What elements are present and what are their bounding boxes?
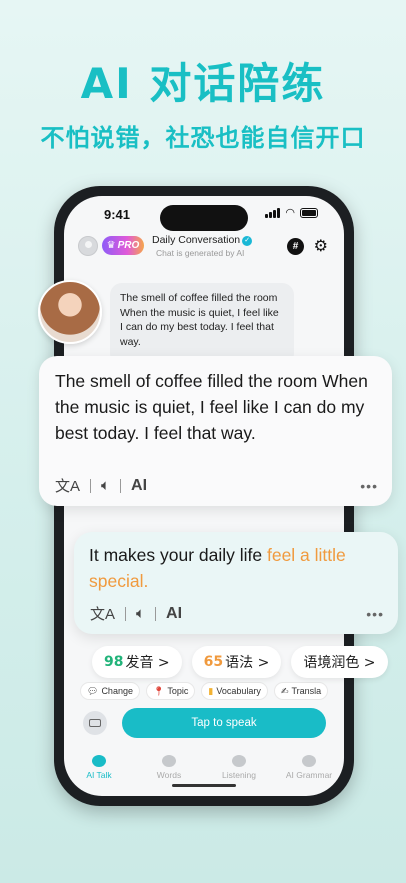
hero-title: AI 对话陪练 — [80, 59, 326, 108]
ai-button[interactable]: AI — [166, 605, 182, 623]
divider — [125, 606, 127, 621]
context-polish-button[interactable]: 语境润色 > — [291, 646, 388, 678]
pro-label: PRO — [117, 240, 140, 251]
pencil-icon: ✍ — [280, 685, 289, 696]
tab-label: Words — [156, 770, 182, 780]
more-icon[interactable]: ••• — [366, 606, 384, 622]
gear-icon[interactable]: ⚙ — [314, 236, 328, 256]
headphones-icon — [232, 755, 246, 767]
pro-badge[interactable]: ♛ PRO — [102, 236, 144, 255]
ai-message-text: The smell of coffee filled the room When… — [55, 371, 368, 443]
tab-label: Listening — [221, 770, 257, 780]
quick-action-chips: 💬︎ Change 📍︎ Topic ▮ Vocabulary ✍ Transla — [80, 682, 344, 702]
chip-topic[interactable]: 📍︎ Topic — [145, 682, 196, 700]
keyboard-toggle-button[interactable] — [83, 711, 107, 735]
tap-to-speak-button[interactable]: Tap to speak — [122, 708, 326, 738]
conversation-title-text: Daily Conversation — [152, 234, 241, 246]
ai-message-card: The smell of coffee filled the room When… — [39, 356, 392, 506]
ai-tutor-avatar — [38, 280, 102, 344]
bottom-tab-bar: AI Talk Words Listening AI Grammar — [64, 746, 344, 780]
chevron-down-icon: ✓ — [242, 236, 253, 246]
pronunciation-score-button[interactable]: 98 发音 > — [92, 646, 182, 678]
grammar-check-icon — [302, 755, 316, 767]
battery-icon — [300, 208, 318, 218]
chat-icon — [92, 755, 106, 767]
user-reply-card: It makes your daily life feel a little s… — [74, 532, 398, 634]
message-actions: 文A 🔈︎ AI — [55, 475, 147, 496]
divider — [155, 606, 157, 621]
translate-icon[interactable]: 文A — [90, 603, 115, 624]
score-row: 98 发音 > 65 语法 > 语境润色 > — [92, 646, 388, 678]
dynamic-island — [160, 205, 248, 231]
user-reply-text: It makes your daily life feel a little s… — [89, 542, 383, 594]
chip-vocabulary[interactable]: ▮ Vocabulary — [201, 682, 268, 700]
wifi-icon: ◠ — [285, 207, 295, 219]
status-icons: ◠ — [265, 207, 318, 219]
chat-header: ♛ PRO Daily Conversation ✓ Chat is generat… — [64, 232, 344, 262]
crown-icon: ♛ — [106, 240, 116, 251]
speaker-icon[interactable]: 🔈︎ — [101, 477, 110, 494]
chip-label: Transla — [291, 686, 322, 696]
divider — [120, 478, 122, 493]
tab-label: AI Talk — [86, 770, 112, 780]
hashtag-icon[interactable]: # — [287, 238, 304, 255]
tab-ai-talk[interactable]: AI Talk — [64, 746, 134, 780]
keyboard-icon — [89, 719, 101, 727]
notebook-icon: ▮ — [208, 685, 214, 696]
reply-plain-text: It makes your daily life — [89, 545, 267, 565]
more-icon[interactable]: ••• — [360, 478, 378, 494]
tab-label: AI Grammar — [285, 770, 333, 780]
status-bar: 9:41 ◠ — [64, 196, 344, 231]
reply-actions: 文A 🔈︎ AI — [90, 603, 182, 624]
signal-icon — [265, 208, 281, 218]
divider — [90, 478, 92, 493]
chip-translate[interactable]: ✍ Transla — [273, 682, 329, 700]
ai-button[interactable]: AI — [131, 477, 147, 495]
conversation-title[interactable]: Daily Conversation ✓ — [152, 234, 253, 246]
chip-label: Topic — [167, 686, 189, 696]
pin-icon: 📍︎ — [152, 685, 165, 696]
tab-ai-grammar[interactable]: AI Grammar — [274, 746, 344, 780]
grammar-score: 65 — [203, 654, 224, 670]
grammar-score-button[interactable]: 65 语法 > — [191, 646, 282, 678]
chip-label: Change — [101, 686, 133, 696]
hero-subtitle: 不怕说错，社恐也能自信开口 — [40, 124, 366, 152]
speech-bubble-icon: 💬︎ — [87, 685, 99, 696]
chip-label: Vocabulary — [216, 686, 261, 696]
home-indicator — [172, 784, 236, 787]
pronunciation-score: 98 — [104, 654, 124, 670]
conversation-subtitle: Chat is generated by AI — [156, 248, 245, 258]
chip-change[interactable]: 💬︎ Change — [80, 682, 140, 700]
tab-words[interactable]: Words — [134, 746, 204, 780]
words-icon — [162, 755, 176, 767]
pronunciation-label: 发音 > — [125, 655, 170, 671]
tab-listening[interactable]: Listening — [204, 746, 274, 780]
small-message-bubble: The smell of coffee filled the room When… — [110, 283, 294, 365]
context-polish-label: 语境润色 > — [303, 655, 376, 671]
user-avatar[interactable] — [78, 236, 98, 256]
grammar-label: 语法 > — [225, 655, 270, 671]
status-time: 9:41 — [104, 207, 131, 222]
speaker-icon[interactable]: 🔈︎ — [136, 605, 145, 622]
translate-icon[interactable]: 文A — [55, 475, 80, 496]
